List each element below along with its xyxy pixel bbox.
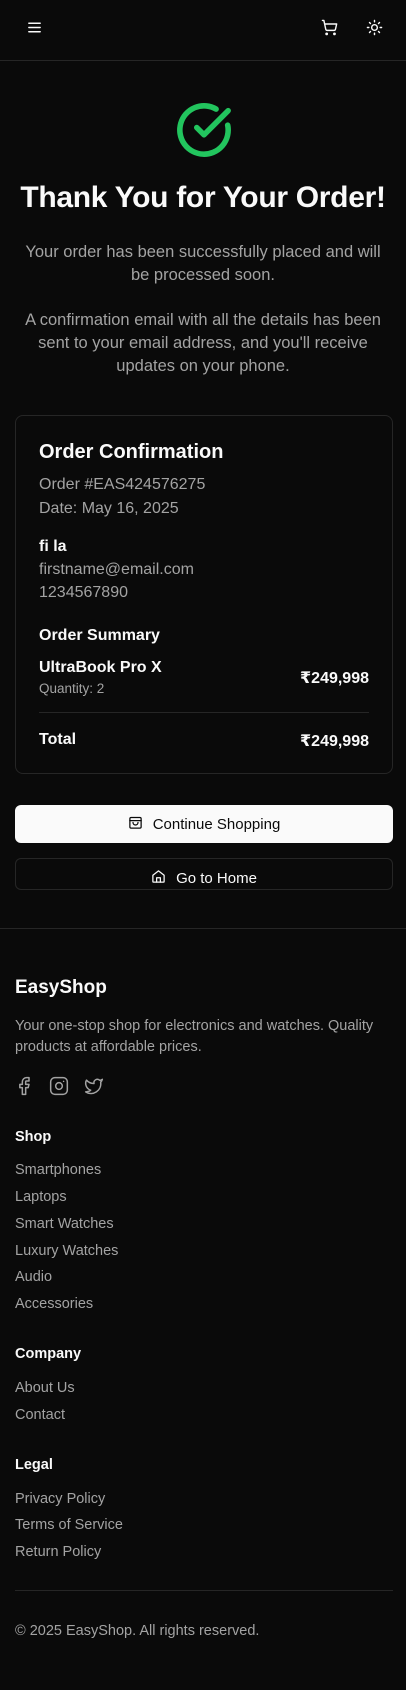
site-header xyxy=(0,0,406,61)
facebook-icon xyxy=(14,1076,34,1100)
footer-bottom-divider xyxy=(15,1590,393,1591)
footer-description: Your one-stop shop for electronics and w… xyxy=(15,1018,374,1055)
order-date: Date: May 16, 2025 xyxy=(39,500,179,517)
copyright-text: © 2025 EasyShop. All rights reserved. xyxy=(15,1623,260,1639)
shopping-cart-icon xyxy=(321,19,338,41)
footer-link-about-us[interactable]: About Us xyxy=(15,1380,75,1396)
item-price: ₹249,998 xyxy=(300,670,369,687)
menu-button[interactable] xyxy=(16,12,52,48)
page-title: Thank You for Your Order! xyxy=(20,181,386,214)
summary-divider xyxy=(39,712,369,713)
go-home-button-frame: Go to Home xyxy=(15,858,393,890)
customer-email: firstname@email.com xyxy=(39,561,194,578)
cart-button[interactable] xyxy=(311,12,347,48)
footer-link-return-policy[interactable]: Return Policy xyxy=(15,1544,101,1560)
footer-link-luxury-watches[interactable]: Luxury Watches xyxy=(15,1243,118,1259)
customer-name: fi la xyxy=(39,538,67,555)
footer-link-smart-watches[interactable]: Smart Watches xyxy=(15,1216,114,1232)
theme-toggle-button[interactable] xyxy=(356,12,392,48)
order-number: Order #EAS424576275 xyxy=(39,476,206,493)
instagram-icon xyxy=(49,1076,69,1100)
customer-phone: 1234567890 xyxy=(39,584,128,601)
order-confirmation-card: Order Confirmation Order #EAS424576275 D… xyxy=(15,415,393,774)
check-circle-icon xyxy=(175,101,233,159)
sun-icon xyxy=(366,19,383,41)
facebook-link[interactable] xyxy=(14,1076,36,1098)
email-note: A confirmation email with all the detail… xyxy=(25,311,381,375)
footer-link-terms-of-service[interactable]: Terms of Service xyxy=(15,1517,123,1533)
twitter-icon xyxy=(84,1078,104,1100)
instagram-link[interactable] xyxy=(49,1076,71,1098)
order-summary-heading: Order Summary xyxy=(39,627,160,644)
go-home-label: Go to Home xyxy=(176,869,257,887)
footer-link-privacy-policy[interactable]: Privacy Policy xyxy=(15,1491,105,1507)
footer-legal-heading: Legal xyxy=(15,1457,53,1473)
shopping-bag-icon xyxy=(128,815,143,834)
footer-shop-heading: Shop xyxy=(15,1129,52,1145)
continue-shopping-button[interactable]: Continue Shopping xyxy=(15,805,393,843)
total-value: ₹249,998 xyxy=(300,733,369,750)
go-home-button[interactable]: Go to Home xyxy=(16,859,392,889)
continue-shopping-label: Continue Shopping xyxy=(152,815,281,833)
footer-link-contact[interactable]: Contact xyxy=(15,1407,65,1423)
order-heading: Order Confirmation xyxy=(39,441,224,463)
total-label: Total xyxy=(39,731,77,748)
footer-brand: EasyShop xyxy=(15,977,107,998)
footer-link-laptops[interactable]: Laptops xyxy=(15,1189,67,1205)
menu-icon xyxy=(26,19,43,41)
success-message: Your order has been successfully placed … xyxy=(25,243,381,284)
home-icon xyxy=(151,869,166,888)
footer-link-accessories[interactable]: Accessories xyxy=(15,1296,93,1312)
twitter-link[interactable] xyxy=(84,1076,106,1098)
item-quantity: Quantity: 2 xyxy=(39,681,105,696)
footer-company-heading: Company xyxy=(15,1346,82,1362)
footer-divider xyxy=(0,928,406,929)
item-name: UltraBook Pro X xyxy=(39,659,162,676)
footer-link-smartphones[interactable]: Smartphones xyxy=(15,1162,101,1178)
footer-link-audio[interactable]: Audio xyxy=(15,1269,52,1285)
